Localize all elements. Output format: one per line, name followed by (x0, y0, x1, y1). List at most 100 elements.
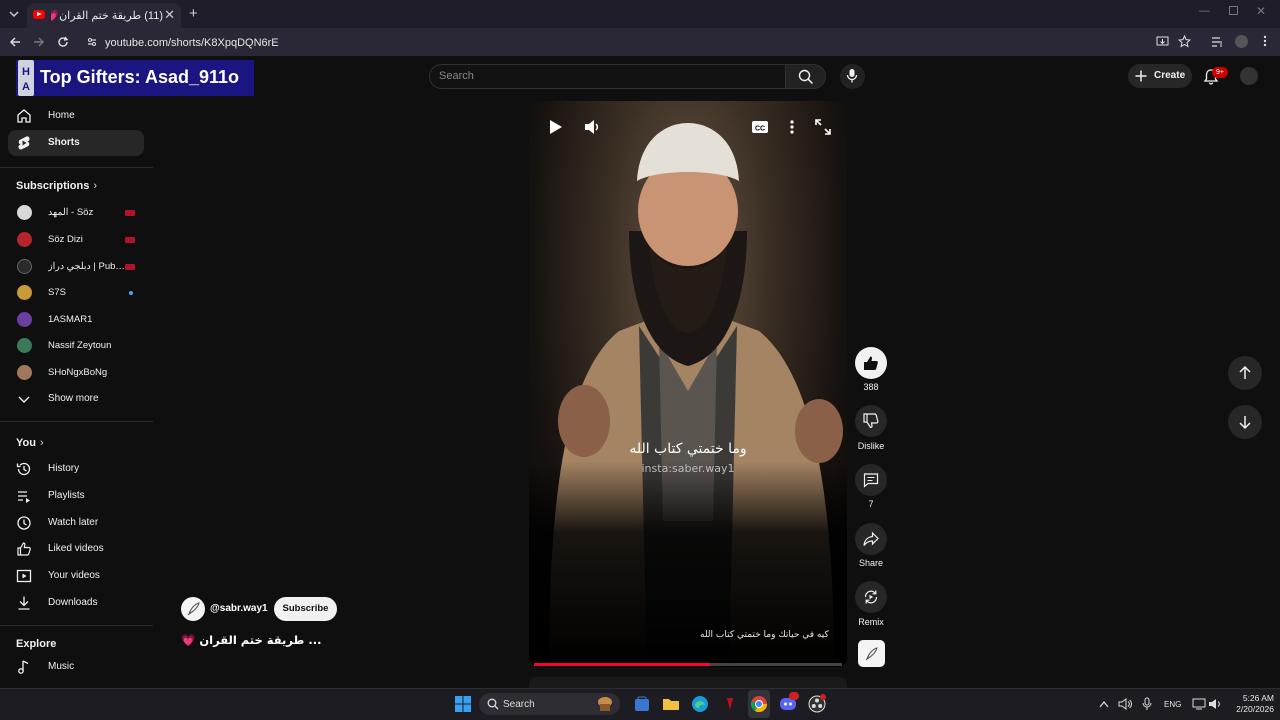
sidebar-item-label: Watch later (48, 517, 99, 528)
subscriptions-heading[interactable]: Subscriptions › (16, 180, 97, 192)
create-label: Create (1154, 70, 1186, 81)
remix-icon (864, 590, 878, 604)
input-language[interactable]: ENG (1164, 700, 1181, 709)
sidebar-item-your-videos[interactable]: Your videos (8, 563, 144, 589)
file-explorer-icon[interactable] (662, 695, 680, 713)
media-controls-button[interactable] (1211, 36, 1224, 48)
mute-button[interactable] (582, 117, 602, 137)
minimize-button[interactable]: — (1199, 5, 1210, 17)
volume-tray-button[interactable] (1118, 698, 1132, 710)
fullscreen-button[interactable] (813, 117, 833, 137)
microphone-tray-button[interactable] (1142, 697, 1152, 711)
site-info-button[interactable] (86, 36, 98, 48)
sidebar-item-playlists[interactable]: Playlists (8, 483, 144, 509)
profile-button[interactable] (1235, 35, 1248, 48)
sound-thumbnail[interactable] (858, 640, 885, 667)
reload-button[interactable] (56, 35, 70, 49)
widget-muffin-icon[interactable] (596, 695, 614, 713)
taskbar-clock[interactable]: 5:26 AM 2/20/2026 (1226, 693, 1274, 715)
search-input[interactable] (429, 64, 786, 89)
install-icon (1156, 36, 1169, 46)
new-tab-button[interactable]: + (189, 5, 198, 22)
voice-search-button[interactable] (840, 64, 865, 89)
network-tray-button[interactable] (1192, 698, 1206, 710)
sidebar-item-watch-later[interactable]: Watch later (8, 510, 144, 536)
video-frame-image (529, 123, 847, 667)
playlists-icon (18, 491, 30, 503)
you-heading[interactable]: You › (16, 437, 44, 449)
avatar (17, 205, 32, 220)
sidebar-item-shorts[interactable]: Shorts (8, 130, 144, 156)
sidebar-item-liked-videos[interactable]: Liked videos (8, 536, 144, 562)
sidebar-subscription[interactable]: دبلجي دراز | Publitoo... (8, 254, 144, 280)
show-more-button[interactable]: Show more (8, 386, 144, 412)
search-icon (798, 69, 814, 85)
sidebar-item-home[interactable]: Home (8, 103, 144, 129)
dislike-button[interactable] (855, 405, 887, 437)
svg-text:CC: CC (755, 126, 765, 133)
feather-logo-icon (865, 647, 878, 661)
sound-tray-button[interactable] (1208, 698, 1222, 710)
media-queue-icon (1212, 37, 1222, 47)
subscribe-button[interactable]: Subscribe (274, 597, 337, 621)
volume-icon (585, 120, 599, 134)
tray-overflow-button[interactable] (1099, 700, 1109, 708)
youtube-favicon-icon (33, 10, 45, 19)
chrome-icon[interactable] (750, 695, 768, 713)
gifters-logo-icon: H A (18, 60, 34, 96)
video-watermark: insta:saber.way1 (641, 462, 735, 475)
more-options-button[interactable] (782, 117, 802, 137)
tab-list-button[interactable] (6, 6, 22, 22)
avatar (17, 338, 32, 353)
shorts-icon (18, 136, 30, 150)
avatar (17, 312, 32, 327)
edge-icon[interactable] (691, 695, 709, 713)
search-button[interactable] (786, 64, 826, 89)
sidebar-item-downloads[interactable]: Downloads (8, 590, 144, 616)
explore-heading: Explore (16, 638, 57, 650)
downloads-icon (18, 596, 30, 610)
captions-button[interactable]: CC (750, 117, 770, 137)
sidebar-subscription[interactable]: SHoNgxBoNg (8, 360, 144, 386)
comments-button[interactable] (855, 464, 887, 496)
sidebar-subscription[interactable]: S7S (8, 280, 144, 306)
comment-count: 7 (868, 499, 874, 509)
sidebar-subscription[interactable]: Nassif Zeytoun (8, 333, 144, 359)
previous-short-button[interactable] (1228, 356, 1262, 390)
forward-button[interactable] (32, 35, 46, 49)
fullscreen-icon (815, 119, 831, 135)
sidebar-item-label: Home (48, 110, 75, 121)
play-button[interactable] (545, 117, 565, 137)
next-short-button[interactable] (1228, 405, 1262, 439)
chevron-right-icon: › (93, 180, 98, 192)
install-app-button[interactable] (1156, 36, 1169, 48)
star-icon (1178, 35, 1191, 48)
start-button[interactable] (455, 696, 471, 712)
bookmark-button[interactable] (1178, 35, 1191, 48)
remix-button[interactable] (855, 581, 887, 613)
share-button[interactable] (855, 523, 887, 555)
play-icon (550, 120, 562, 134)
shorts-video-player[interactable] (529, 101, 847, 667)
sidebar-item-music[interactable]: Music (8, 654, 144, 680)
sidebar-item-history[interactable]: History (8, 456, 144, 482)
back-button[interactable] (8, 35, 22, 49)
sidebar-subscription[interactable]: 1ASMAR1 (8, 307, 144, 333)
dislike-label: Dislike (857, 441, 885, 451)
sidebar-divider (0, 625, 153, 626)
app-red-icon[interactable] (721, 695, 739, 713)
account-avatar[interactable] (1240, 67, 1258, 85)
close-tab-icon[interactable]: ✕ (164, 7, 175, 23)
url-text[interactable]: youtube.com/shorts/K8XpqDQN6rE (105, 37, 279, 49)
sidebar-subscription[interactable]: المهد - Söz (8, 200, 144, 226)
close-window-button[interactable]: ✕ (1256, 4, 1266, 18)
subscription-name: S7S (48, 287, 66, 298)
like-button[interactable] (855, 347, 887, 379)
browser-menu-button[interactable] (1262, 34, 1268, 48)
channel-avatar[interactable] (181, 597, 205, 621)
sidebar-subscription[interactable]: Söz Dizi (8, 227, 144, 253)
channel-handle[interactable]: @sabr.way1 (210, 603, 268, 614)
store-icon[interactable] (633, 695, 651, 713)
browser-tab[interactable]: (11) طريقة ختم القران💗. #حالات ✕ (27, 3, 181, 28)
maximize-button[interactable] (1229, 6, 1238, 15)
